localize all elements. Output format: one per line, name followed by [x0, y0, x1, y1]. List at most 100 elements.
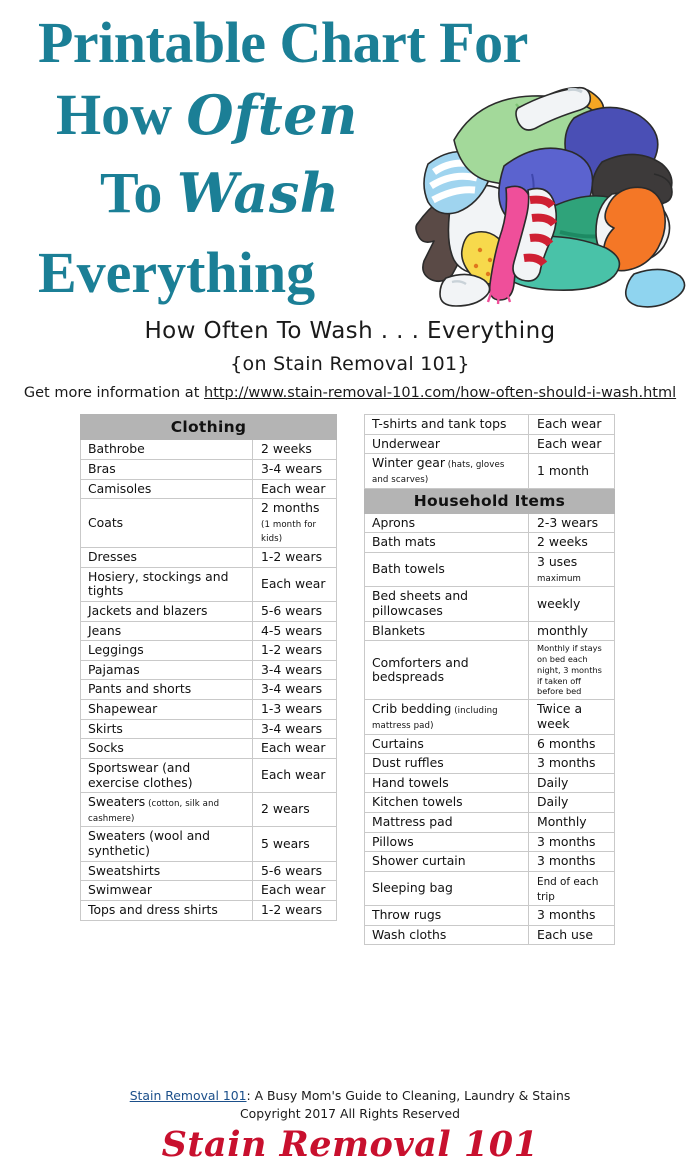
item-name-cell: Swimwear: [80, 880, 253, 901]
table-row: Sleeping bag End of each trip: [364, 870, 615, 907]
item-name: Pillows: [372, 833, 414, 849]
table-row: Sweaters (wool and synthetic) 5 wears: [80, 826, 337, 862]
frequency-cell: End of each trip: [528, 870, 615, 907]
title-line-4: Everything: [38, 240, 316, 305]
section-header-row: Household Items: [364, 487, 615, 514]
frequency-cell: 2-3 wears: [528, 512, 615, 534]
frequency-value: 1-2 wears: [261, 642, 323, 658]
frequency-cell: 2 weeks: [252, 439, 337, 460]
frequency-value: Each wear: [261, 767, 326, 783]
item-name-cell: Wash cloths: [364, 924, 529, 946]
frequency-cell: 1-2 wears: [252, 640, 337, 661]
table-row: Camisoles Each wear: [80, 478, 337, 500]
table-row: Leggings 1-2 wears: [80, 640, 337, 661]
frequency-cell: 1-3 wears: [252, 699, 337, 720]
frequency-value: 1-2 wears: [261, 549, 323, 565]
table-row: Tops and dress shirts 1-2 wears: [80, 899, 337, 921]
item-name: Bed sheets and pillowcases: [372, 588, 469, 618]
table-row: Hand towels Daily: [364, 772, 615, 794]
table-row: Winter gear (hats, gloves and scarves) 1 …: [364, 453, 615, 489]
table-row: Jackets and blazers 5-6 wears: [80, 600, 337, 622]
item-name: Pants and shorts: [88, 681, 192, 697]
frequency-value: Monthly: [537, 814, 587, 830]
title-line-2-plain: How: [56, 82, 187, 147]
item-name: Jeans: [88, 622, 122, 638]
section-header-row: Clothing: [80, 413, 337, 441]
table-row: Bath towels 3 uses maximum: [364, 552, 615, 588]
table-row: Hosiery, stockings and tights Each wear: [80, 566, 337, 602]
item-name: Jackets and blazers: [88, 602, 208, 618]
title-line-3-plain: To: [100, 160, 177, 225]
clothing-table: Clothing Bathrobe 2 weeks Bras 3-4 wears Cami…: [80, 413, 337, 921]
item-name: Sweatshirts: [88, 862, 161, 878]
frequency-cell: Each wear: [252, 478, 337, 500]
table-row: Coats 2 months (1 month for kids): [80, 498, 337, 549]
item-name: Bath towels: [372, 561, 445, 577]
item-name: Socks: [88, 740, 124, 756]
item-name-cell: Pants and shorts: [80, 679, 253, 701]
item-name-cell: Underwear: [364, 433, 529, 455]
frequency-value: Twice a week: [537, 701, 583, 731]
table-row: Shapewear 1-3 wears: [80, 699, 337, 720]
item-name: Sportswear (and exercise clothes): [88, 759, 193, 790]
table-row: Comforters and bedspreads Monthly if stay…: [364, 640, 615, 701]
item-name: Shapewear: [88, 701, 158, 717]
item-name: Curtains: [372, 735, 424, 751]
item-name: Underwear: [372, 435, 440, 451]
table-row: Dresses 1-2 wears: [80, 547, 337, 568]
table-row: Sportswear (and exercise clothes) Each we…: [80, 757, 337, 794]
item-name: Coats: [88, 514, 124, 530]
item-name-cell: Kitchen towels: [364, 792, 529, 814]
table-row: Underwear Each wear: [364, 433, 615, 455]
item-name-cell: Winter gear (hats, gloves and scarves): [364, 453, 529, 489]
frequency-value-note: (1 month for kids): [261, 519, 317, 545]
item-name: Mattress pad: [372, 814, 453, 830]
frequency-cell: Daily: [528, 792, 615, 814]
frequency-value: 5 wears: [261, 835, 310, 851]
title-line-1: Printable Chart For: [38, 10, 528, 75]
table-row: Mattress pad Monthly: [364, 812, 615, 833]
table-row: Aprons 2-3 wears: [364, 512, 615, 534]
frequency-cell: 5-6 wears: [252, 600, 337, 622]
item-name: Bathrobe: [88, 441, 145, 457]
frequency-cell: Each wear: [252, 757, 337, 794]
item-name: Blankets: [372, 622, 426, 638]
item-name: Bath mats: [372, 534, 436, 550]
frequency-value: Each wear: [261, 882, 326, 898]
table-row: Bath mats 2 weeks: [364, 532, 615, 554]
item-name: Throw rugs: [372, 907, 442, 923]
item-name: Swimwear: [88, 882, 152, 898]
table-row: Shower curtain 3 months: [364, 851, 615, 872]
frequency-cell: 3-4 wears: [252, 718, 337, 740]
frequency-cell: 2 weeks: [528, 532, 615, 554]
item-name: Winter gear: [372, 455, 445, 471]
frequency-cell: 3-4 wears: [252, 679, 337, 701]
frequency-cell: 4-5 wears: [252, 620, 337, 642]
source-url-line: Get more information at http://www.stain…: [0, 385, 700, 401]
table-row: Crib bedding (including mattress pad) Twi…: [364, 699, 615, 735]
frequency-value: weekly: [537, 595, 581, 611]
frequency-value: Each use: [537, 926, 593, 942]
frequency-cell: Each use: [528, 924, 615, 946]
item-name-cell: Skirts: [80, 718, 253, 740]
household-items-table: T-shirts and tank tops Each wear Underwear…: [364, 414, 615, 946]
item-name-cell: Throw rugs: [364, 905, 529, 926]
table-row: Pillows 3 months: [364, 831, 615, 853]
title-line-2: How Often: [56, 86, 358, 144]
frequency-value: Each wear: [261, 575, 326, 591]
frequency-value: Daily: [537, 794, 569, 810]
item-name-cell: Bras: [80, 458, 253, 480]
frequency-value: 3-4 wears: [261, 661, 323, 677]
frequency-cell: 2 wears: [252, 792, 337, 828]
item-name: Shower curtain: [372, 853, 466, 869]
frequency-value: 3 uses: [537, 554, 578, 570]
source-url-link[interactable]: http://www.stain-removal-101.com/how-oft…: [204, 385, 676, 401]
item-name-cell: Hosiery, stockings and tights: [80, 566, 253, 602]
item-name-cell: Bath mats: [364, 532, 529, 554]
table-row: Sweaters (cotton, silk and cashmere) 2 we…: [80, 792, 337, 828]
item-name-cell: Shapewear: [80, 699, 253, 720]
item-name-cell: Camisoles: [80, 478, 253, 500]
footer-site-link[interactable]: Stain Removal 101: [130, 1088, 247, 1103]
item-name: Sleeping bag: [372, 880, 453, 896]
item-name-cell: Pajamas: [80, 659, 253, 681]
